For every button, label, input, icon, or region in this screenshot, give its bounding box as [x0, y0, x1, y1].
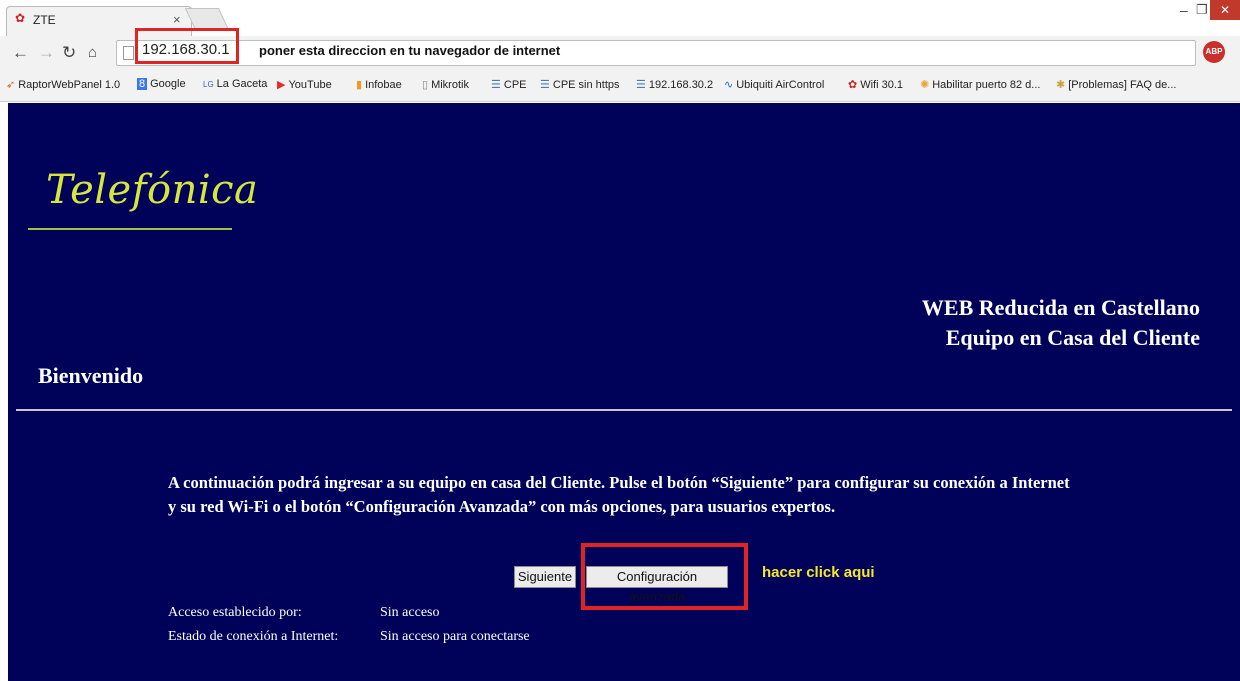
maximize-button[interactable]: ❐ [1196, 2, 1208, 18]
page-icon [123, 46, 134, 60]
minimize-button[interactable]: – [1180, 2, 1188, 18]
bookmark-192-168-30-2[interactable]: ☰ 192.168.30.2 [636, 78, 713, 91]
router-page: Telefónica WEB Reducida en Castellano Eq… [8, 103, 1240, 681]
bookmark-cpe[interactable]: ☰ CPE [491, 78, 527, 91]
reload-icon[interactable]: ↻ [62, 43, 76, 63]
bookmark-raptorwebpanel[interactable]: ➶ RaptorWebPanel 1.0 [6, 78, 120, 91]
youtube-icon: ▶ [277, 79, 286, 91]
bookmarks-bar: ➶ RaptorWebPanel 1.0 8 Google LG La Gaceta … [0, 70, 1240, 102]
intro-line-2: y su red Wi-Fi o el botón “Configuración… [168, 497, 836, 516]
rss-icon: ☰ [540, 79, 550, 91]
rss-icon: ☰ [636, 79, 646, 91]
connection-status-value: Sin acceso para conectarse [380, 629, 530, 644]
access-label: Acceso establecido por: [168, 605, 302, 620]
bookmark-habilitar-puerto[interactable]: ✺ Habilitar puerto 82 d... [920, 78, 1040, 91]
star-icon: ✱ [1056, 79, 1066, 91]
forward-arrow-icon[interactable]: → [38, 43, 55, 63]
rss-icon: ☰ [491, 79, 501, 91]
divider [16, 409, 1232, 411]
lg-icon: LG [203, 80, 214, 89]
siguiente-button[interactable]: Siguiente [514, 566, 576, 588]
bookmark-problemas-faq[interactable]: ✱ [Problemas] FAQ de... [1056, 78, 1176, 91]
url-highlight-box [135, 28, 239, 64]
configuracion-avanzada-button[interactable]: Configuración avanzada [586, 566, 728, 604]
welcome-heading: Bienvenido [38, 363, 144, 388]
home-icon[interactable]: ⌂ [88, 43, 97, 63]
logo-underline [28, 228, 232, 230]
bookmark-youtube[interactable]: ▶ YouTube [277, 78, 332, 91]
tab-title: ZTE [33, 13, 56, 27]
header-line-2: Equipo en Casa del Cliente [945, 325, 1200, 350]
huawei-icon: ✿ [15, 11, 26, 25]
bookmark-cpe-sin-https[interactable]: ☰ CPE sin https [540, 78, 620, 91]
connection-status-label: Estado de conexión a Internet: [168, 629, 339, 644]
access-value: Sin acceso [380, 605, 440, 620]
intro-text: A continuación podrá ingresar a su equip… [168, 471, 1168, 519]
ubiquiti-icon: ∿ [724, 79, 734, 91]
bookmark-mikrotik[interactable]: ▯ Mikrotik [422, 78, 469, 91]
back-arrow-icon[interactable]: ← [12, 43, 29, 63]
bookmark-la-gaceta[interactable]: LG La Gaceta [203, 78, 267, 90]
telefonica-logo: Telefónica [46, 167, 259, 213]
feather-icon: ➶ [6, 79, 16, 91]
page-icon: ▯ [422, 79, 429, 91]
google-icon: 8 [137, 78, 148, 90]
bookmark-ubiquiti[interactable]: ∿ Ubiquiti AirControl [724, 78, 824, 91]
close-window-button[interactable]: ✕ [1210, 0, 1240, 20]
intro-line-1: A continuación podrá ingresar a su equip… [168, 473, 1070, 492]
bookmark-wifi-30-1[interactable]: ✿ Wifi 30.1 [848, 78, 903, 91]
bookmark-google[interactable]: 8 Google [137, 78, 186, 90]
infobae-icon: ▮ [356, 79, 363, 91]
url-annotation: poner esta direccion en tu navegador de … [259, 43, 561, 58]
header-line-1: WEB Reducida en Castellano [921, 295, 1200, 320]
adblock-icon[interactable]: ABP [1203, 41, 1225, 63]
huawei-icon: ✿ [848, 79, 858, 91]
sun-icon: ✺ [920, 79, 930, 91]
bookmark-infobae[interactable]: ▮ Infobae [356, 78, 402, 91]
click-annotation: hacer click aqui [762, 564, 875, 581]
close-tab-icon[interactable]: × [173, 12, 181, 27]
page-header: WEB Reducida en Castellano Equipo en Cas… [922, 293, 1200, 353]
